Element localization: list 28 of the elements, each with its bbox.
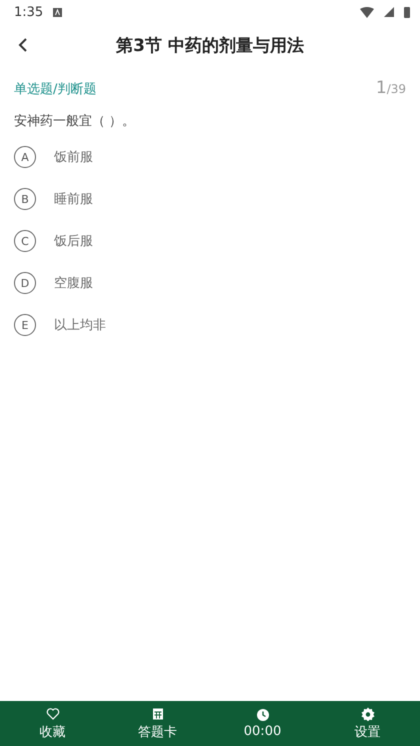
bottom-bar-button[interactable]: 收藏: [0, 701, 105, 746]
option-letter[interactable]: A: [14, 146, 36, 168]
question-number: 1: [376, 78, 387, 98]
question-total: /39: [386, 82, 406, 96]
battery-icon: [404, 6, 410, 18]
bottom-bar-button[interactable]: 答题卡: [105, 701, 210, 746]
option-letter[interactable]: C: [14, 230, 36, 252]
question-text: 安神药一般宜（ ）。: [14, 113, 136, 130]
option-text[interactable]: 睡前服: [54, 190, 93, 208]
settings-icon: [360, 706, 374, 720]
option-letter[interactable]: B: [14, 188, 36, 210]
page-title: 第3节 中药的剂量与用法: [116, 34, 304, 56]
heart-icon: [46, 706, 60, 720]
wifi-icon: [360, 6, 374, 18]
option-text[interactable]: 空腹服: [54, 274, 93, 292]
bottom-bar-button[interactable]: 00:00: [210, 701, 315, 746]
question-type: 单选题/判断题: [14, 81, 96, 98]
option-text[interactable]: 以上均非: [54, 316, 106, 334]
clock-icon: [256, 708, 270, 722]
option-letter[interactable]: D: [14, 272, 36, 294]
status-time: 1:35: [14, 4, 44, 20]
option-text[interactable]: 饭后服: [54, 232, 93, 250]
notification-icon: [53, 8, 62, 16]
bottom-bar-button[interactable]: 设置: [315, 701, 420, 746]
grid-icon: [150, 706, 164, 720]
option-text[interactable]: 饭前服: [54, 148, 93, 166]
signal-icon: [384, 7, 394, 17]
option-letter[interactable]: E: [14, 314, 36, 336]
